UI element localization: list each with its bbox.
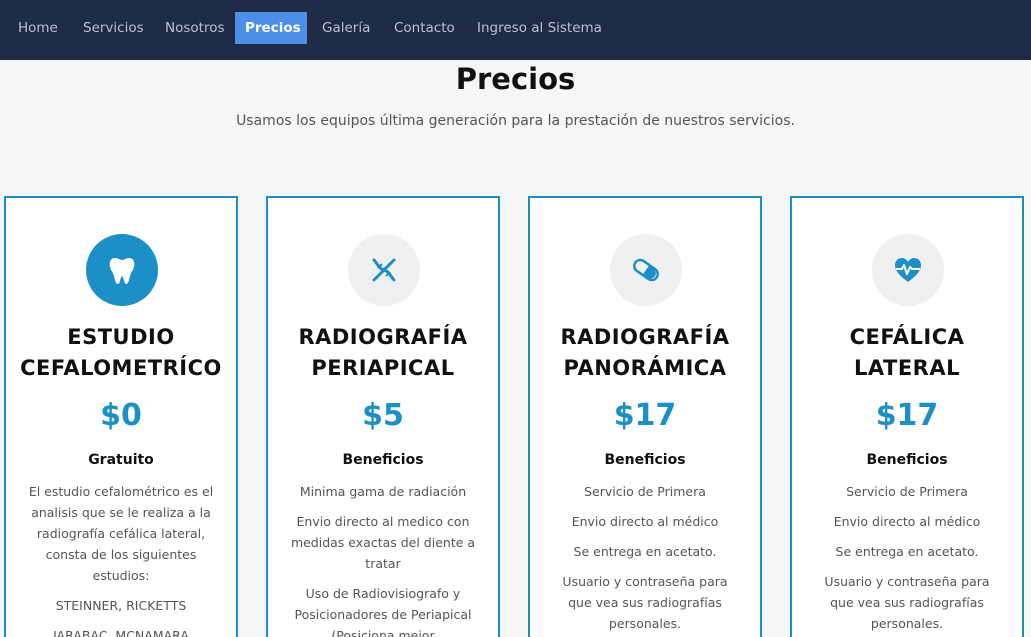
page-subtitle: Usamos los equipos última generación par… [236,113,795,129]
card-features: Servicio de Primera Envio directo al méd… [812,481,1002,637]
feature-item: Se entrega en acetato. [835,544,979,559]
card-title-line: RADIOGRAFÍA [298,325,468,349]
tooth-icon [109,258,135,284]
nav-item-servicios[interactable]: Servicios [73,12,154,44]
card-features: El estudio cefalométrico es el analisis … [26,481,216,637]
nav-item-home[interactable]: Home [8,12,68,44]
card-price: $5 [362,398,404,433]
icon-circle [86,234,158,306]
heartbeat-icon [895,258,921,282]
icon-circle [348,234,420,306]
pill-icon [633,258,659,282]
feature-item: Uso de Radiovisiografo y Posicionadores … [294,586,472,637]
card-title-line: ESTUDIO [67,325,175,349]
feature-item: Envio directo al médico [833,514,981,529]
card-title: CEFÁLICA LATERAL [792,322,1022,384]
card-title-line: CEFALOMETRÍCO [20,356,222,380]
page-title: Precios [455,62,576,96]
card-title-line: LATERAL [854,356,960,380]
feature-item: Servicio de Primera [584,484,706,499]
card-title-line: PERIAPICAL [311,356,455,380]
feature-item: Usuario y contraseña para que vea sus ra… [824,574,990,631]
nav-item-precios[interactable]: Precios [235,12,307,44]
card-features: Minima gama de radiación Envio directo a… [288,481,478,637]
feature-item: Envio directo al médico [571,514,719,529]
nav-item-ingreso-sistema[interactable]: Ingreso al Sistema [467,12,612,44]
feature-item: Usuario y contraseña para que vea sus ra… [562,574,728,631]
feature-item: STEINNER, RICKETTS [55,598,187,613]
card-title: RADIOGRAFÍA PANORÁMICA [530,322,760,384]
card-subtitle: Gratuito [88,452,154,468]
card-subtitle: Beneficios [866,452,948,468]
navbar: Home Servicios Nosotros Precios Galería … [0,0,1031,60]
pricing-card-cefalica-lateral: CEFÁLICA LATERAL $17 Beneficios Servicio… [790,196,1024,637]
nav-item-contacto[interactable]: Contacto [384,12,465,44]
pricing-card-radiografia-periapical: RADIOGRAFÍA PERIAPICAL $5 Beneficios Min… [266,196,500,637]
card-title: RADIOGRAFÍA PERIAPICAL [268,322,498,384]
card-price: $0 [100,398,142,433]
nav-item-galeria[interactable]: Galería [312,12,380,44]
nav-item-nosotros[interactable]: Nosotros [155,12,235,44]
dna-icon [372,258,396,282]
pricing-card-radiografia-panoramica: RADIOGRAFÍA PANORÁMICA $17 Beneficios Se… [528,196,762,637]
feature-item: El estudio cefalométrico es el analisis … [28,484,214,583]
card-price: $17 [613,398,677,433]
card-title-line: RADIOGRAFÍA [560,325,730,349]
pricing-card-estudio-cefalometrico: ESTUDIO CEFALOMETRÍCO $0 Gratuito El est… [4,196,238,637]
icon-circle [610,234,682,306]
feature-item: JARABAC, MCNAMARA [53,628,189,637]
icon-circle [872,234,944,306]
card-title-line: CEFÁLICA [849,325,965,349]
card-title-line: PANORÁMICA [563,356,727,380]
card-subtitle: Beneficios [604,452,686,468]
feature-item: Minima gama de radiación [299,484,467,499]
card-subtitle: Beneficios [342,452,424,468]
feature-item: Envio directo al medico con medidas exac… [290,514,476,571]
card-price: $17 [875,398,939,433]
card-title: ESTUDIO CEFALOMETRÍCO [6,322,236,384]
card-features: Servicio de Primera Envio directo al méd… [550,481,740,637]
feature-item: Se entrega en acetato. [573,544,717,559]
feature-item: Servicio de Primera [846,484,968,499]
